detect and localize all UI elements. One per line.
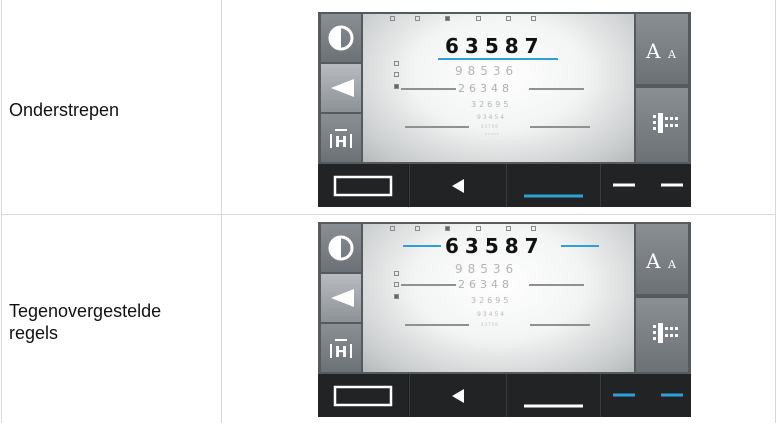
opposite-lines-button[interactable] <box>600 164 691 207</box>
left-arrow-button[interactable] <box>321 64 361 112</box>
table-column-divider <box>221 0 222 423</box>
chart-line-2: 98536 <box>455 262 519 276</box>
svg-text:A: A <box>645 249 661 273</box>
triangle-left-icon <box>331 289 354 307</box>
left-arrow-button[interactable] <box>321 274 361 322</box>
eye-chart-screen: 63587 98536 26348 32695 93454 43759 <box>363 224 634 372</box>
opposite-lines-icon <box>613 393 683 397</box>
frame-button[interactable] <box>318 164 408 207</box>
chart-line-5: 93454 <box>477 311 507 318</box>
svg-text:A: A <box>667 258 677 271</box>
h-button[interactable]: H <box>321 324 361 372</box>
svg-text:A: A <box>645 39 661 63</box>
font-size-icon: AA <box>645 249 677 273</box>
contrast-icon <box>328 235 354 261</box>
right-line-marker <box>561 245 599 247</box>
chart-line-4: 32695 <box>471 100 512 109</box>
h-bars-icon: H <box>330 339 352 361</box>
triangle-left-small-icon <box>452 389 464 403</box>
prev-button[interactable] <box>409 374 506 417</box>
opposite-lines-icon <box>613 183 683 187</box>
underline-button[interactable] <box>506 374 600 417</box>
rectangle-frame-icon <box>333 175 393 197</box>
device-panel-opposite: H AA 63587 98536 26348 32695 93454 43759 <box>318 222 691 417</box>
chart-line-6: 43759 <box>481 124 499 129</box>
triangle-left-small-icon <box>452 179 464 193</box>
rectangle-frame-icon <box>333 385 393 407</box>
bottom-toolbar <box>318 374 691 417</box>
contrast-icon <box>328 25 354 51</box>
table-border-left <box>1 0 2 423</box>
svg-text:A: A <box>667 48 677 61</box>
document-table: Onderstrepen H AA 63587 98536 26348 3269… <box>0 0 776 423</box>
underline-icon <box>524 194 583 198</box>
h-bars-icon: H <box>330 129 352 151</box>
grid-button[interactable] <box>636 298 688 372</box>
h-button[interactable]: H <box>321 114 361 162</box>
svg-text:H: H <box>335 343 348 361</box>
row-label-opposite-lines: Tegenovergestelde regels <box>9 301 162 343</box>
grid-icon <box>653 323 678 343</box>
opposite-lines-button[interactable] <box>600 374 691 417</box>
chart-line-4: 32695 <box>471 296 512 305</box>
chart-line-7: 35454 <box>485 132 500 136</box>
chart-line-3: 26348 <box>458 82 513 95</box>
chart-line-6: 43759 <box>481 322 499 327</box>
triangle-left-icon <box>331 79 354 97</box>
font-size-icon: AA <box>645 39 677 63</box>
chart-line-2: 98536 <box>455 64 519 78</box>
font-size-button[interactable]: AA <box>636 224 688 294</box>
grid-button[interactable] <box>636 88 688 162</box>
prev-button[interactable] <box>409 164 506 207</box>
frame-button[interactable] <box>318 374 408 417</box>
underline-icon <box>524 404 583 408</box>
bottom-toolbar <box>318 164 691 207</box>
svg-text:H: H <box>335 133 348 151</box>
chart-line-1: 63587 <box>445 234 545 258</box>
eye-chart-screen: 63587 98536 26348 32695 93454 43759 3545… <box>363 14 634 162</box>
underline-marker <box>438 58 558 60</box>
font-size-button[interactable]: AA <box>636 14 688 84</box>
chart-line-1: 63587 <box>445 34 545 58</box>
chart-line-3: 26348 <box>458 278 513 291</box>
left-line-marker <box>403 245 441 247</box>
row-label-underline: Onderstrepen <box>9 100 120 120</box>
device-panel-underline: H AA 63587 98536 26348 32695 93454 43759… <box>318 12 691 207</box>
chart-line-5: 93454 <box>477 114 507 121</box>
contrast-button[interactable] <box>321 14 361 62</box>
underline-button[interactable] <box>506 164 600 207</box>
table-row-divider <box>1 214 776 215</box>
grid-icon <box>653 113 678 133</box>
contrast-button[interactable] <box>321 224 361 272</box>
